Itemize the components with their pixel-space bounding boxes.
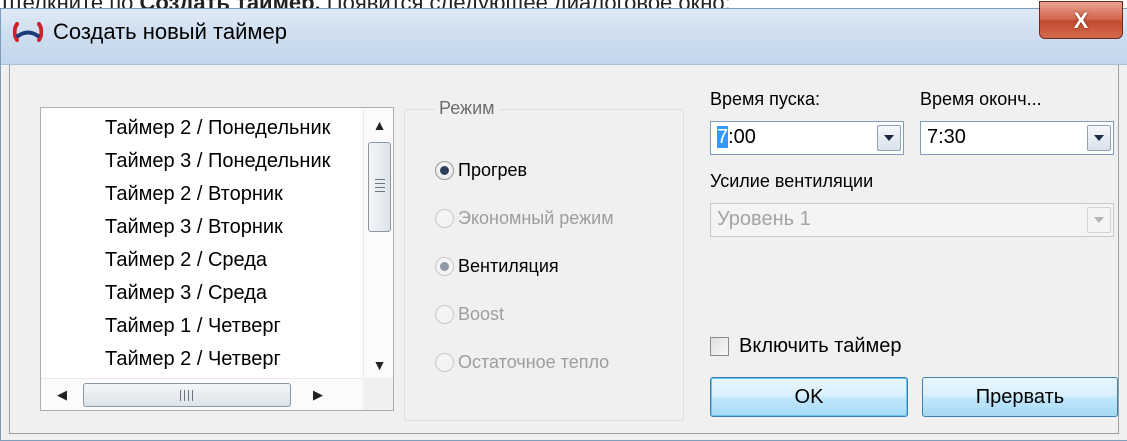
window-title: Создать новый таймер	[53, 19, 287, 44]
enable-timer-checkbox[interactable]: Включить таймер	[710, 335, 902, 358]
vertical-scroll-thumb[interactable]	[368, 142, 391, 232]
timer-listbox[interactable]: Таймер 2 / Понедельник Таймер 3 / Понеде…	[40, 107, 394, 411]
titlebar: Создать новый таймер X	[1, 1, 1127, 65]
radio-disabled-icon	[435, 304, 454, 324]
enable-timer-label: Включить таймер	[739, 335, 902, 357]
ventilation-label: Усилие вентиляции	[710, 171, 874, 191]
radio-preheat[interactable]: Прогрев	[435, 158, 527, 182]
vertical-scrollbar[interactable]: ▲ ▼	[363, 108, 393, 378]
horizontal-scrollbar[interactable]: ◀ ▶	[41, 378, 363, 410]
close-icon: X	[1073, 8, 1089, 33]
radio-disabled-icon	[435, 352, 454, 372]
list-item[interactable]: Таймер 1 / Четверг	[105, 310, 281, 342]
radio-residual-heat[interactable]: Остаточное тепло	[435, 350, 609, 374]
start-time-label: Время пуска:	[710, 89, 820, 109]
radio-selected-disabled-icon	[435, 256, 454, 276]
end-time-value[interactable]: 7:30	[927, 126, 966, 149]
create-timer-dialog: Создать новый таймер X Таймер 2 / Понеде…	[0, 1, 1127, 441]
chevron-down-icon[interactable]	[1087, 125, 1111, 151]
scroll-left-icon[interactable]: ◀	[47, 379, 77, 410]
chevron-down-icon	[1087, 207, 1111, 233]
mode-groupbox: Режим Прогрев Экономный режим Вентиляция…	[404, 98, 684, 421]
mode-group-legend: Режим	[435, 98, 499, 119]
chevron-down-icon[interactable]	[877, 125, 901, 151]
horizontal-scroll-thumb[interactable]	[83, 383, 291, 407]
scroll-down-icon[interactable]: ▼	[364, 352, 393, 378]
ok-button[interactable]: OK	[710, 377, 908, 417]
ventilation-level-value: Уровень 1	[717, 208, 811, 230]
ventilation-level-combo[interactable]: Уровень 1	[710, 203, 1114, 237]
cancel-button[interactable]: Прервать	[922, 377, 1118, 417]
end-time-combo[interactable]: 7:30	[920, 121, 1114, 155]
radio-disabled-icon	[435, 208, 454, 228]
dialog-body: Таймер 2 / Понедельник Таймер 3 / Понеде…	[9, 65, 1119, 434]
scrollbar-corner	[363, 378, 393, 410]
start-time-combo[interactable]: 7:00	[710, 121, 904, 155]
list-item[interactable]: Таймер 3 / Среда	[105, 277, 267, 309]
close-button[interactable]: X	[1039, 1, 1123, 39]
end-time-label: Время оконч...	[920, 89, 1042, 109]
app-logo-icon	[13, 22, 43, 42]
list-item[interactable]: Таймер 2 / Вторник	[105, 178, 283, 210]
start-time-value[interactable]: 7:00	[717, 126, 756, 149]
radio-boost[interactable]: Boost	[435, 302, 504, 326]
checkbox-icon[interactable]	[710, 337, 729, 356]
radio-eco-mode[interactable]: Экономный режим	[435, 206, 614, 230]
scroll-right-icon[interactable]: ▶	[303, 379, 333, 410]
radio-ventilation[interactable]: Вентиляция	[435, 254, 559, 278]
list-item[interactable]: Таймер 3 / Вторник	[105, 211, 283, 243]
list-item[interactable]: Таймер 3 / Понедельник	[105, 145, 330, 177]
radio-selected-icon	[435, 160, 454, 180]
list-item[interactable]: Таймер 2 / Среда	[105, 244, 267, 276]
list-item[interactable]: Таймер 2 / Понедельник	[105, 112, 330, 144]
scroll-up-icon[interactable]: ▲	[364, 112, 393, 138]
list-item[interactable]: Таймер 2 / Четверг	[105, 343, 281, 375]
